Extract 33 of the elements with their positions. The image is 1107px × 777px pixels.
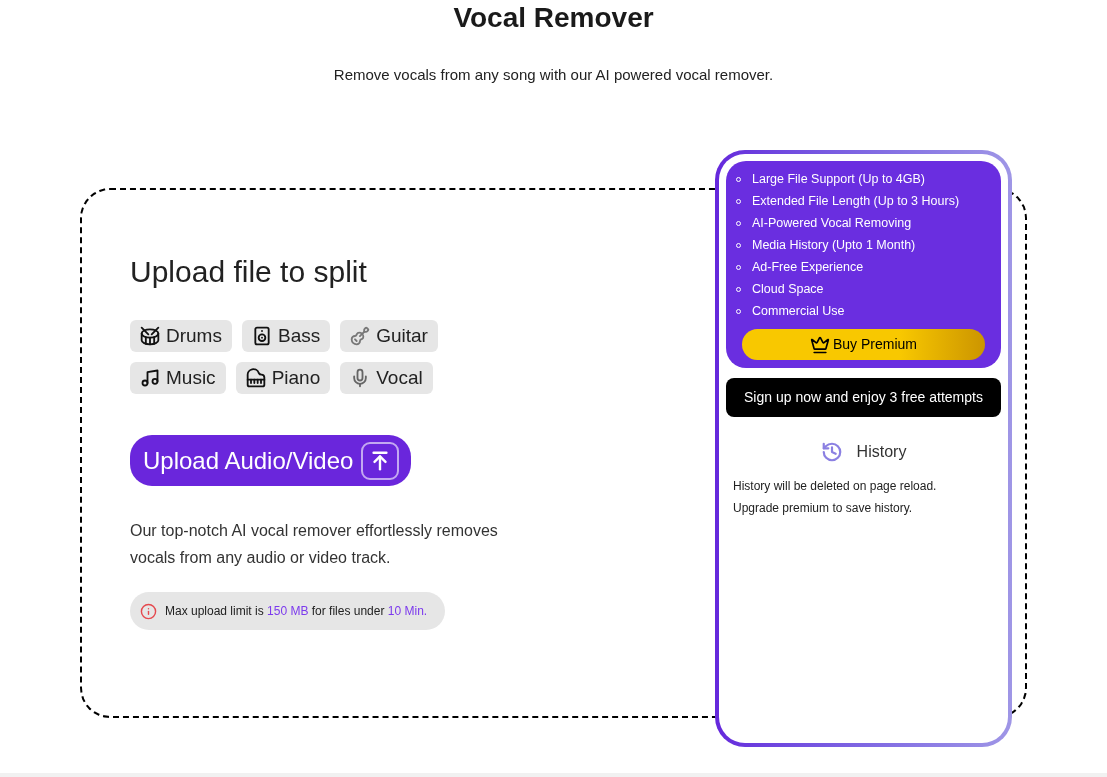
drum-icon [140,326,160,346]
info-icon [140,602,157,620]
upload-description: Our top-notch AI vocal remover effortlessly removes vocals from any audio or video track. [130,521,499,568]
upload-icon [361,441,400,480]
history-note: Upgrade premium to save history. [733,500,913,517]
stem-tag: Music [130,362,226,394]
piano-icon [245,368,266,388]
speaker-icon [251,326,272,346]
stem-tag: Bass [241,320,331,352]
stem-tag: Drums [130,320,232,352]
premium-feature: Media History (Upto 1 Month) [752,236,916,254]
guitar-icon [350,326,371,346]
premium-feature: Cloud Space [752,280,824,298]
stem-tag: Guitar [340,320,438,352]
history-icon [820,441,843,463]
music-note-icon [140,368,160,388]
upload-heading: Upload file to split [130,254,367,290]
stem-tag: Piano [235,362,331,394]
upload-limit-text: Max upload limit is 150 MB for files under 10 Min. [165,603,428,620]
buy-premium-button[interactable]: Buy Premium [742,329,985,360]
premium-feature: Ad-Free Experience [752,258,864,276]
premium-feature: Extended File Length (Up to 3 Hours) [752,192,960,210]
premium-feature: Large File Support (Up to 4GB) [752,170,925,188]
crown-icon [810,334,830,355]
premium-feature: Commercial Use [752,302,845,320]
page-subtitle: Remove vocals from any song with our AI powered vocal remover. [333,65,774,85]
history-note: History will be deleted on page reload. [733,478,937,495]
history-title: History [856,442,907,462]
premium-feature: AI-Powered Vocal Removing [752,214,912,232]
signup-button[interactable]: Sign up now and enjoy 3 free attempts [726,378,1001,417]
page-title: Vocal Remover [453,1,654,35]
upload-button[interactable]: Upload Audio/Video [130,435,412,486]
stem-tag: Vocal [340,362,433,394]
